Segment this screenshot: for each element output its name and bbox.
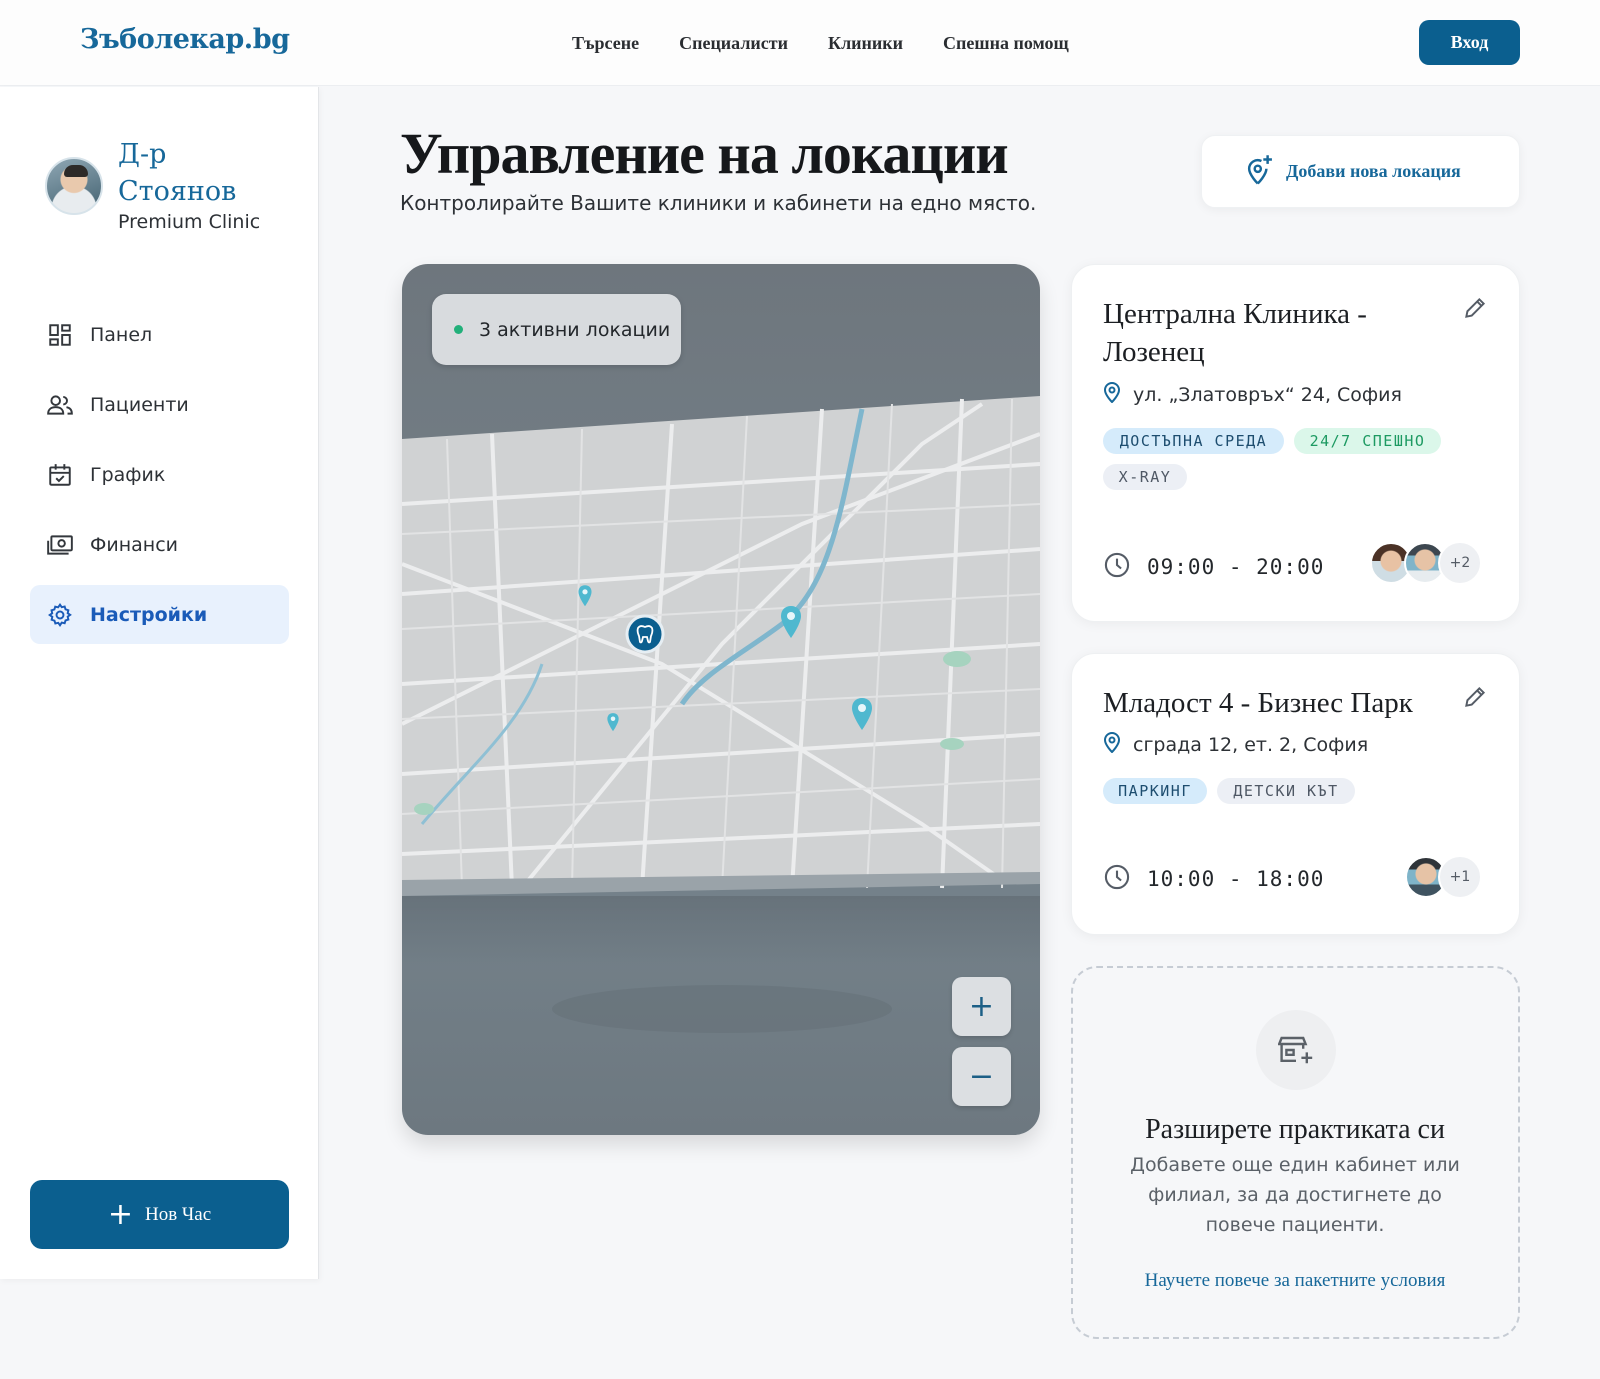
doctor-avatar (45, 157, 103, 215)
location-card[interactable]: Младост 4 - Бизнес Парк сграда 12, ет. 2… (1071, 653, 1520, 935)
feature-tag: X-RAY (1103, 464, 1187, 490)
location-address: ул. „Златовръх“ 24, София (1103, 381, 1402, 408)
add-store-icon (1256, 1010, 1336, 1090)
staff-more-count[interactable]: +1 (1438, 855, 1482, 899)
page-title: Управление на локации (400, 121, 1009, 186)
page-subtitle: Контролирайте Вашите клиники и кабинети … (400, 191, 1037, 215)
feature-tag: ПАРКИНГ (1103, 778, 1207, 804)
zoom-in-button[interactable]: + (952, 977, 1011, 1036)
expand-title: Разширете практиката си (1145, 1114, 1445, 1145)
sidebar-item-label: Пациенти (90, 393, 189, 416)
sidebar-item-label: Панел (90, 323, 153, 346)
zoom-out-button[interactable]: − (952, 1047, 1011, 1106)
map-pin-icon[interactable] (850, 696, 874, 742)
active-locations-badge: 3 активни локации (432, 294, 681, 365)
address-text: ул. „Златовръх“ 24, София (1133, 383, 1402, 406)
locations-map[interactable]: 3 активни локации + − (402, 264, 1040, 1135)
expand-description: Добавете още един кабинет или филиал, за… (1130, 1154, 1460, 1236)
nav-link-clinics[interactable]: Клиники (828, 33, 903, 54)
map-pin-icon[interactable] (779, 604, 803, 650)
nav-link-search[interactable]: Търсене (572, 33, 639, 54)
clinic-tooth-marker-icon[interactable] (625, 614, 665, 654)
main-nav: Търсене Специалисти Клиники Спешна помощ (572, 33, 1069, 54)
sidebar-item-schedule[interactable]: График (30, 445, 289, 504)
map-street-layer (402, 396, 1040, 1033)
feature-tag: 24/7 СПЕШНО (1294, 428, 1441, 454)
sidebar-item-dashboard[interactable]: Панел (30, 305, 289, 364)
location-pin-icon (1103, 731, 1121, 758)
location-card[interactable]: Централна Клиника - Лозенец ул. „Златовр… (1071, 264, 1520, 622)
gear-icon (46, 601, 74, 629)
dashboard-icon (46, 321, 74, 349)
plus-icon: + (107, 1196, 133, 1232)
sidebar-item-patients[interactable]: Пациенти (30, 375, 289, 434)
staff-more-count[interactable]: +2 (1438, 541, 1482, 585)
nav-link-emergency[interactable]: Спешна помощ (943, 33, 1069, 54)
address-text: сграда 12, ет. 2, София (1133, 733, 1369, 756)
add-location-icon (1244, 154, 1274, 190)
status-dot (454, 325, 463, 334)
sidebar-item-label: Настройки (90, 603, 208, 626)
sidebar: Д-р Стоянов Premium Clinic Панел Пациент… (0, 87, 319, 1279)
calendar-icon (46, 461, 74, 489)
opening-hours: 09:00 - 20:00 (1103, 551, 1324, 583)
new-appointment-label: Нов Час (144, 1203, 212, 1225)
doctor-name: Д-р Стоянов (118, 139, 237, 207)
add-location-button[interactable]: Добави нова локация (1201, 135, 1520, 208)
location-address: сграда 12, ет. 2, София (1103, 731, 1368, 758)
sidebar-item-label: График (90, 463, 166, 486)
location-pin-icon (1103, 381, 1121, 408)
clinic-name: Premium Clinic (118, 211, 261, 233)
feature-tag: ДОСТЪПНА СРЕДА (1103, 428, 1284, 454)
edit-icon[interactable] (1462, 684, 1488, 710)
top-navbar: Зъболекар.bg Търсене Специалисти Клиники… (0, 0, 1600, 86)
money-icon (46, 531, 74, 559)
add-location-label: Добави нова локация (1286, 161, 1461, 181)
sidebar-item-label: Финанси (90, 533, 178, 556)
sidebar-item-settings[interactable]: Настройки (30, 585, 289, 644)
new-appointment-button[interactable]: + Нов Час (30, 1180, 289, 1249)
package-terms-link[interactable]: Научете повече за пакетните условия (1073, 1270, 1517, 1292)
clock-icon (1103, 551, 1131, 583)
feature-tag: ДЕТСКИ КЪТ (1217, 778, 1355, 804)
map-pin-icon[interactable] (577, 584, 593, 614)
users-icon (46, 391, 74, 419)
sidebar-item-finance[interactable]: Финанси (30, 515, 289, 574)
expand-practice-card[interactable]: Разширете практиката си Добавете още еди… (1071, 966, 1520, 1339)
location-name: Централна Клиника - Лозенец (1103, 298, 1367, 368)
login-button[interactable]: Вход (1419, 20, 1520, 65)
map-pin-icon[interactable] (606, 712, 620, 738)
active-locations-label: 3 активни локации (479, 318, 671, 341)
clock-icon (1103, 863, 1131, 895)
nav-link-specialists[interactable]: Специалисти (679, 33, 788, 54)
opening-hours: 10:00 - 18:00 (1103, 863, 1324, 895)
location-name: Младост 4 - Бизнес Парк (1103, 687, 1413, 719)
hours-text: 10:00 - 18:00 (1147, 867, 1325, 891)
site-logo[interactable]: Зъболекар.bg (80, 24, 290, 55)
hours-text: 09:00 - 20:00 (1147, 555, 1325, 579)
edit-icon[interactable] (1462, 295, 1488, 321)
